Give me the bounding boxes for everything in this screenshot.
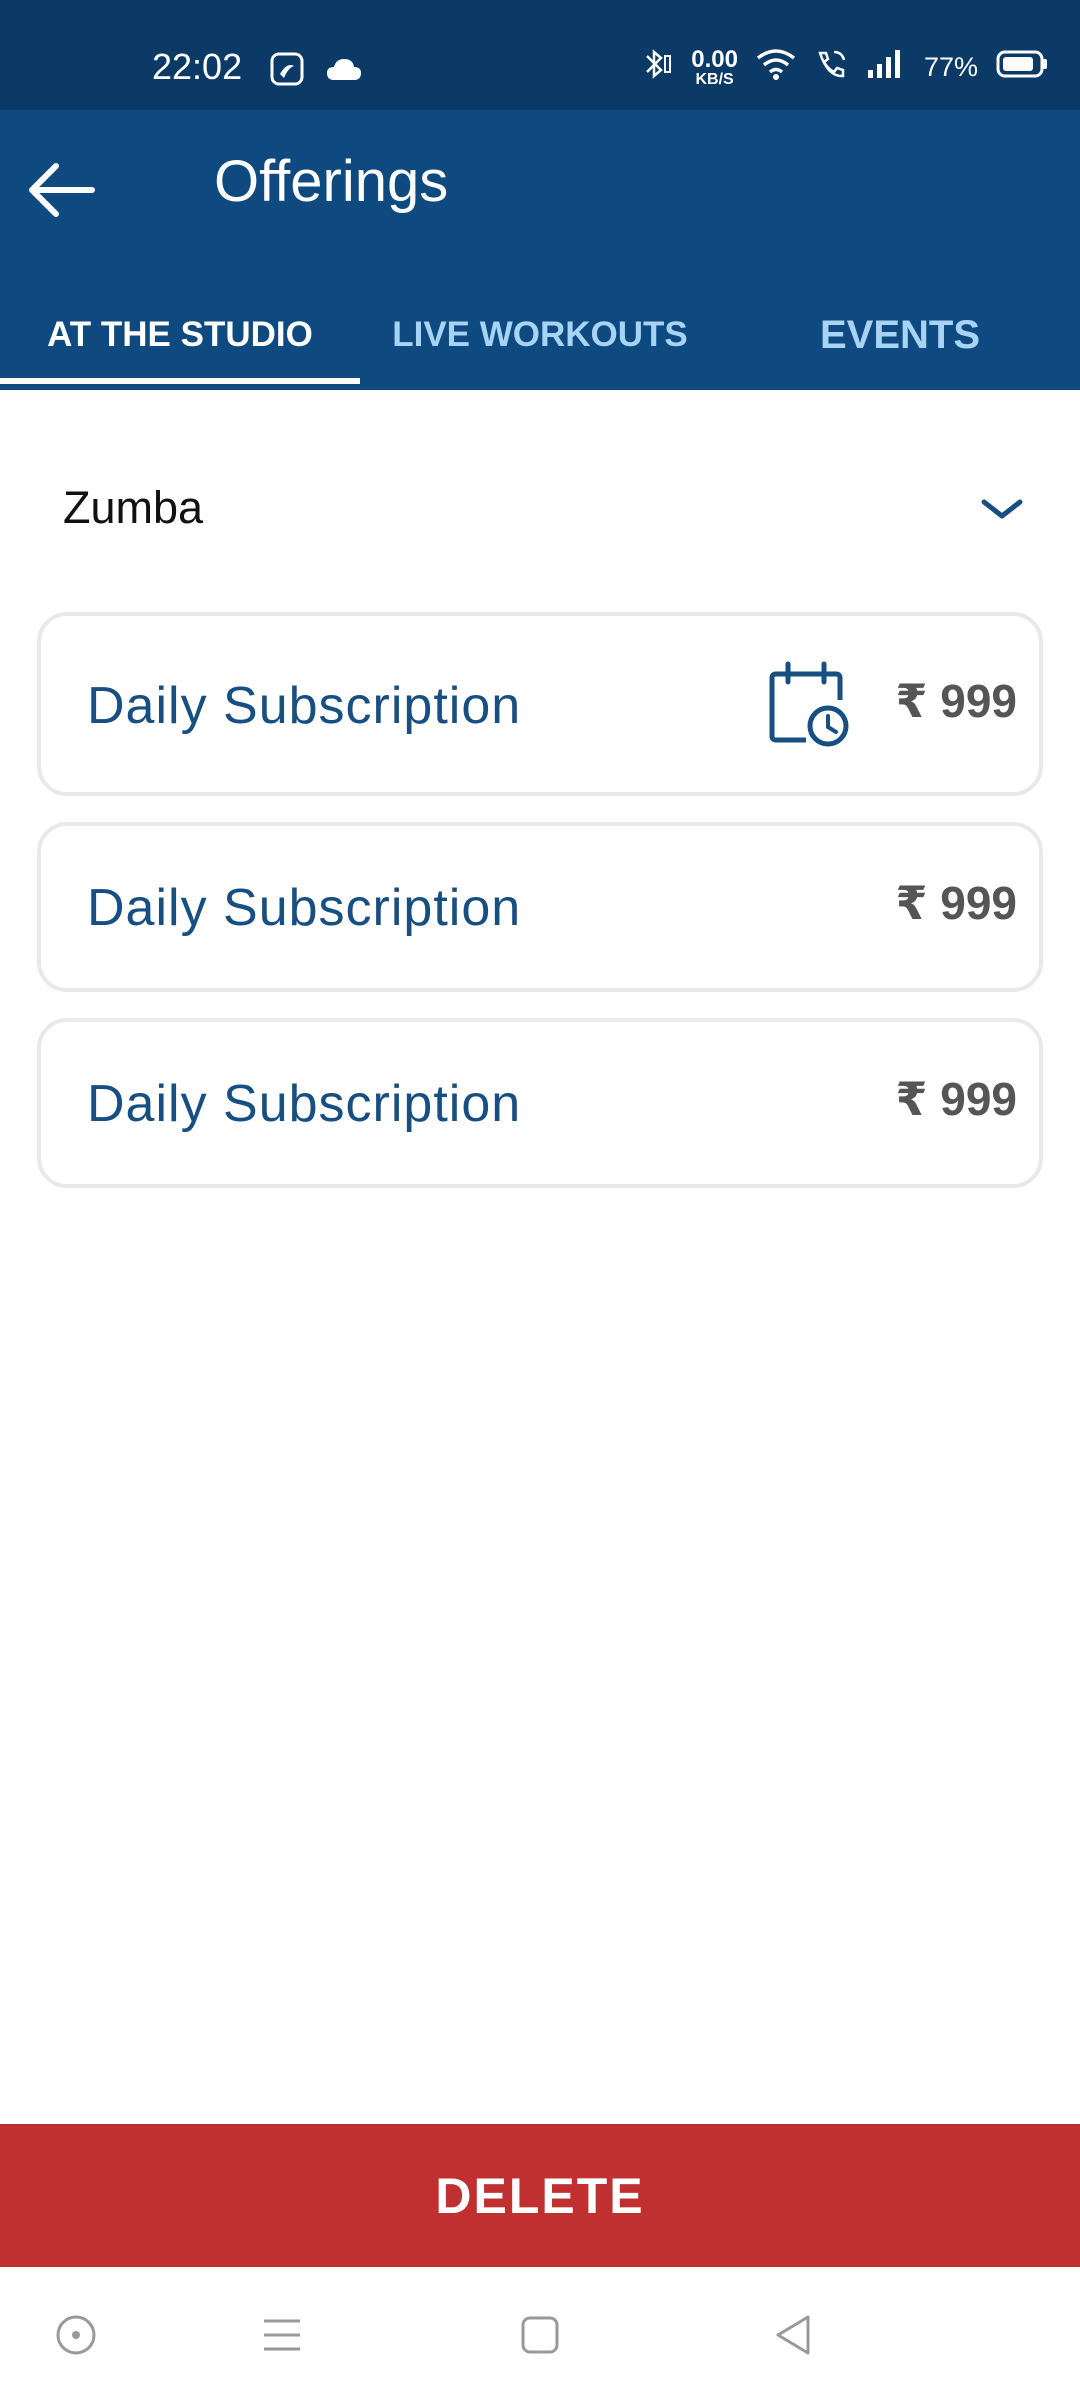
arrow-left-icon bbox=[29, 163, 95, 217]
offering-card[interactable]: Daily Subscription ₹ 999 bbox=[37, 612, 1043, 796]
signal-icon bbox=[866, 48, 906, 87]
system-nav-bar bbox=[0, 2267, 1080, 2400]
offering-name: Daily Subscription bbox=[87, 677, 522, 735]
circle-dot-icon bbox=[56, 2315, 96, 2355]
status-time: 22:02 bbox=[152, 46, 243, 87]
offering-price: ₹ 999 bbox=[895, 1073, 1017, 1125]
assistant-nav-button[interactable] bbox=[46, 2305, 106, 2365]
offering-name: Daily Subscription bbox=[87, 879, 522, 937]
saavn-icon bbox=[270, 52, 304, 91]
back-button[interactable] bbox=[22, 150, 102, 230]
tab-at-the-studio[interactable]: AT THE STUDIO bbox=[0, 280, 360, 390]
network-speed: 0.00 KB/S bbox=[691, 45, 738, 88]
back-nav-button[interactable] bbox=[764, 2305, 824, 2365]
calendar-clock-icon[interactable] bbox=[766, 660, 850, 750]
category-dropdown[interactable]: Zumba bbox=[0, 460, 1080, 560]
offering-name: Daily Subscription bbox=[87, 1075, 522, 1133]
tab-bar: AT THE STUDIO LIVE WORKOUTS EVENTS bbox=[0, 280, 1080, 390]
offering-card[interactable]: Daily Subscription ₹ 999 bbox=[37, 1018, 1043, 1188]
chevron-down-icon bbox=[981, 499, 1023, 519]
menu-nav-button[interactable] bbox=[252, 2305, 312, 2365]
tab-indicator bbox=[0, 378, 360, 384]
tab-events[interactable]: EVENTS bbox=[720, 280, 1080, 390]
battery-icon bbox=[996, 49, 1048, 86]
app-bar: Offerings AT THE STUDIO LIVE WORKOUTS EV… bbox=[0, 110, 1080, 390]
offering-price: ₹ 999 bbox=[895, 877, 1017, 929]
network-speed-value: 0.00 bbox=[691, 45, 738, 73]
home-nav-button[interactable] bbox=[510, 2305, 570, 2365]
menu-icon bbox=[264, 2319, 300, 2351]
battery-percent: 77% bbox=[923, 52, 978, 82]
page-title: Offerings bbox=[214, 149, 449, 214]
network-speed-unit: KB/S bbox=[695, 70, 734, 88]
triangle-back-icon bbox=[776, 2315, 810, 2355]
offering-price: ₹ 999 bbox=[895, 675, 1017, 727]
wifi-calling-icon bbox=[814, 47, 848, 88]
cloud-icon bbox=[326, 56, 362, 87]
category-selected: Zumba bbox=[63, 482, 204, 533]
tab-live-workouts[interactable]: LIVE WORKOUTS bbox=[360, 280, 720, 390]
wifi-icon bbox=[756, 48, 796, 87]
offering-card[interactable]: Daily Subscription ₹ 999 bbox=[37, 822, 1043, 992]
status-bar: 22:02 0.00 KB/S 77% bbox=[0, 0, 1080, 110]
square-icon bbox=[521, 2316, 559, 2354]
bluetooth-icon bbox=[637, 46, 673, 89]
delete-button[interactable]: DELETE bbox=[0, 2124, 1080, 2267]
